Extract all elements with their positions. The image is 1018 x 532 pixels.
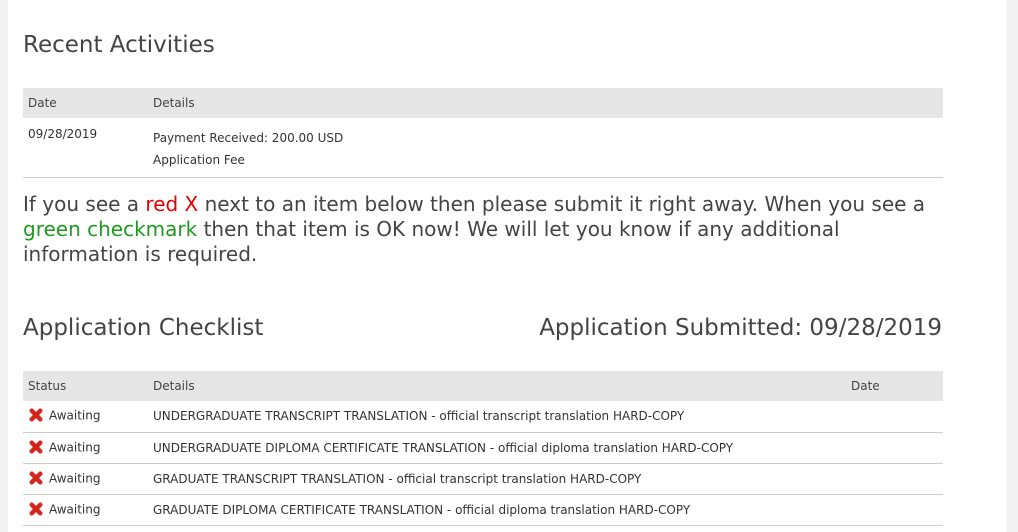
checklist-item-date (846, 494, 943, 526)
red-x-icon (28, 407, 44, 423)
activity-details: Payment Received: 200.00 USD Application… (148, 118, 943, 178)
checklist-item-details: UNDERGRADUATE DIPLOMA CERTIFICATE TRANSL… (148, 432, 846, 464)
status-cell: Awaiting (23, 401, 148, 433)
table-row: Awaiting GRADUATE DIPLOMA CERTIFICATE TR… (23, 494, 943, 526)
checklist-item-date (846, 432, 943, 464)
notice-text-1: If you see a (23, 192, 146, 216)
status-label: Awaiting (49, 408, 101, 423)
checklist-item-details: GRADUATE DIPLOMA CERTIFICATE TRANSLATION… (148, 494, 846, 526)
checklist-item-date (846, 401, 943, 433)
details-column-header: Details (148, 371, 846, 401)
status-column-header: Status (23, 371, 148, 401)
red-x-icon (28, 439, 44, 455)
activity-date: 09/28/2019 (23, 118, 148, 178)
table-row: Awaiting UNDERGRADUATE DIPLOMA CERTIFICA… (23, 432, 943, 464)
content-card: Recent Activities Date Details 09/28/201… (8, 0, 1006, 532)
table-row: 09/28/2019 Payment Received: 200.00 USD … (23, 118, 943, 178)
table-header-row: Status Details Date (23, 371, 943, 401)
application-checklist-table: Status Details Date Awaiting UNDERGRADUA… (23, 371, 943, 526)
notice-red-x-text: red X (145, 192, 199, 216)
notice-text-2: next to an item below then please submit… (198, 192, 926, 216)
notice-green-checkmark-text: green checkmark (23, 217, 198, 241)
checklist-item-details: UNDERGRADUATE TRANSCRIPT TRANSLATION - o… (148, 401, 846, 433)
recent-activities-title: Recent Activities (23, 32, 215, 58)
page-background-edge (1006, 0, 1018, 532)
date-column-header: Date (23, 88, 148, 118)
table-row: Awaiting UNDERGRADUATE TRANSCRIPT TRANSL… (23, 401, 943, 433)
details-column-header: Details (148, 88, 943, 118)
status-cell: Awaiting (23, 463, 148, 495)
checklist-item-details: GRADUATE TRANSCRIPT TRANSLATION - offici… (148, 463, 846, 495)
table-row: Awaiting GRADUATE TRANSCRIPT TRANSLATION… (23, 463, 943, 495)
date-column-header: Date (846, 371, 943, 401)
activity-details-line1: Payment Received: 200.00 USD (153, 131, 344, 145)
activity-details-line2: Application Fee (153, 153, 245, 167)
application-submitted-title: Application Submitted: 09/28/2019 (539, 315, 942, 341)
status-cell: Awaiting (23, 432, 148, 464)
application-checklist-title: Application Checklist (23, 315, 264, 341)
status-cell: Awaiting (23, 494, 148, 526)
status-notice: If you see a red X next to an item below… (23, 192, 933, 267)
red-x-icon (28, 470, 44, 486)
status-label: Awaiting (49, 471, 101, 485)
checklist-item-date (846, 463, 943, 495)
table-header-row: Date Details (23, 88, 943, 118)
recent-activities-table: Date Details 09/28/2019 Payment Received… (23, 88, 943, 178)
status-label: Awaiting (49, 502, 101, 516)
status-label: Awaiting (49, 440, 101, 454)
red-x-icon (28, 501, 44, 517)
